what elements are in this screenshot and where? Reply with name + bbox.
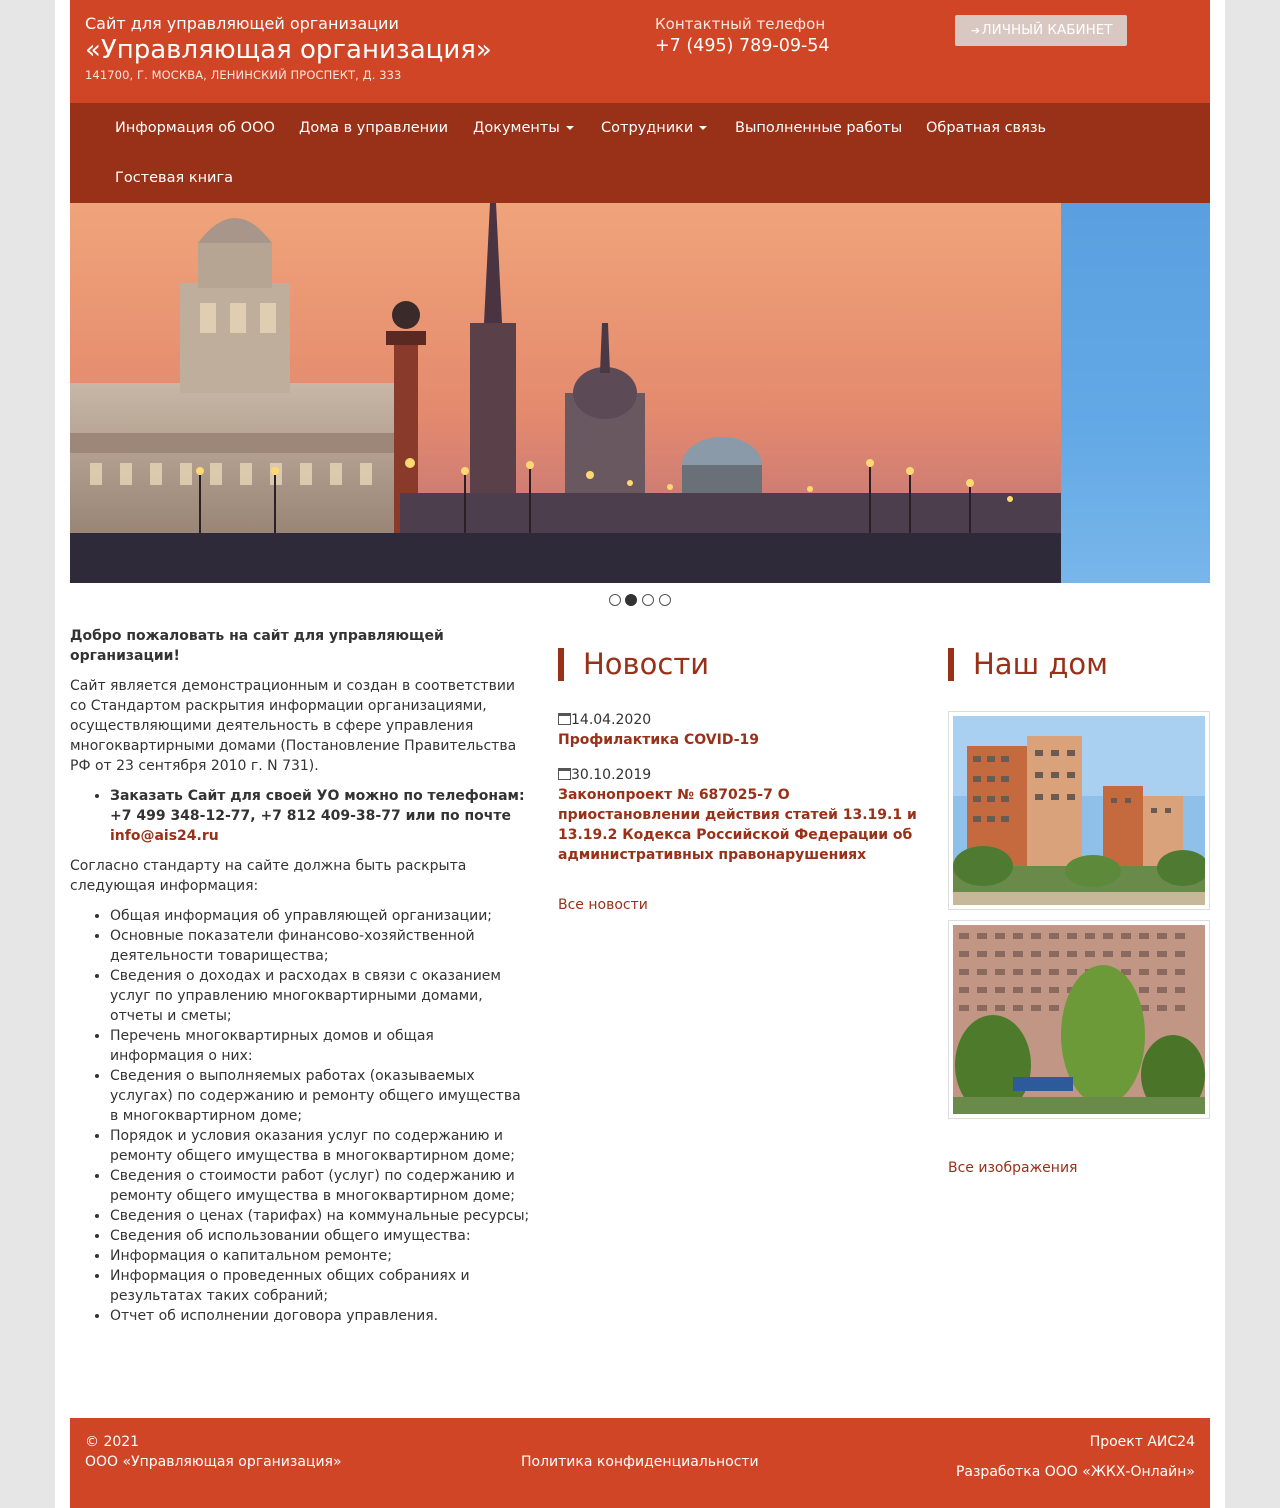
slider-dot-1[interactable]: [609, 594, 621, 606]
news-heading: Новости: [558, 648, 928, 681]
list-item: Сведения о стоимости работ (услуг) по со…: [110, 1166, 530, 1206]
news-date: 14.04.2020: [558, 710, 928, 730]
order-list: Заказать Сайт для своей УО можно по теле…: [70, 786, 530, 846]
list-item: Порядок и условия оказания услуг по соде…: [110, 1126, 530, 1166]
news-section: Новости 14.04.2020 Профилактика COVID-19…: [558, 648, 928, 913]
site-subtitle: Сайт для управляющей организации: [85, 14, 399, 33]
main-nav: Информация об ООО Дома в управлении Доку…: [70, 103, 1210, 203]
phone-label: Контактный телефон: [655, 15, 826, 33]
calendar-icon: [558, 713, 571, 725]
personal-cabinet-button[interactable]: ➔ЛИЧНЫЙ КАБИНЕТ: [955, 15, 1127, 46]
cabinet-button-label: ЛИЧНЫЙ КАБИНЕТ: [981, 22, 1113, 38]
site-footer: © 2021 ООО «Управляющая организация» Пол…: [70, 1418, 1210, 1508]
footer-company: ООО «Управляющая организация»: [85, 1454, 342, 1470]
news-title-link[interactable]: Профилактика COVID-19: [558, 730, 928, 750]
welcome-heading: Добро пожаловать на сайт для управляющей…: [70, 628, 444, 664]
developer-link[interactable]: Разработка ООО «ЖКХ-Онлайн»: [956, 1462, 1195, 1482]
gallery-section: Наш дом Все изображения: [948, 648, 1210, 1176]
nav-item-label: Дома в управлении: [299, 120, 449, 136]
order-email-link[interactable]: info@ais24.ru: [110, 828, 219, 844]
nav-item-feedback[interactable]: Обратная связь: [926, 103, 1046, 153]
news-item: 30.10.2019 Законопроект № 687025-7 О при…: [558, 765, 928, 865]
slider-dot-4[interactable]: [659, 594, 671, 606]
image-slider[interactable]: [70, 203, 1210, 583]
nav-item-guestbook[interactable]: Гостевая книга: [115, 153, 233, 203]
all-images-link[interactable]: Все изображения: [948, 1158, 1077, 1178]
caret-down-icon: [699, 126, 708, 130]
nav-item-label: Документы: [473, 120, 560, 136]
nav-item-label: Гостевая книга: [115, 170, 233, 186]
list-item: Информация о капитальном ремонте;: [110, 1246, 530, 1266]
calendar-icon: [558, 768, 571, 780]
site-address: 141700, Г. МОСКВА, ЛЕНИНСКИЙ ПРОСПЕКТ, Д…: [85, 68, 402, 82]
list-item: Отчет об исполнении договора управления.: [110, 1306, 530, 1326]
copyright: © 2021: [85, 1434, 140, 1450]
sign-in-icon: ➔: [970, 24, 981, 37]
list-item: Сведения о выполняемых работах (оказывае…: [110, 1066, 530, 1126]
list-item: Сведения о ценах (тарифах) на коммунальн…: [110, 1206, 530, 1226]
project-link[interactable]: Проект АИС24: [1090, 1432, 1195, 1452]
order-item: Заказать Сайт для своей УО можно по теле…: [110, 786, 530, 846]
nav-item-documents[interactable]: Документы: [473, 103, 574, 153]
list-item: Основные показатели финансово-хозяйствен…: [110, 926, 530, 966]
site-title[interactable]: «Управляющая организация»: [85, 34, 492, 66]
list-item: Сведения об использовании общего имущест…: [110, 1226, 530, 1246]
site-header: Сайт для управляющей организации «Управл…: [70, 0, 1210, 103]
list-item: Сведения о доходах и расходах в связи с …: [110, 966, 530, 1026]
nav-item-label: Выполненные работы: [735, 120, 903, 136]
all-news-link[interactable]: Все новости: [558, 895, 648, 915]
slide-image-next: [1061, 203, 1210, 583]
slide-image-city: [70, 203, 1061, 583]
nav-item-houses[interactable]: Дома в управлении: [299, 103, 448, 153]
caret-down-icon: [565, 126, 574, 130]
news-date: 30.10.2019: [558, 765, 928, 785]
standard-text: Согласно стандарту на сайте должна быть …: [70, 858, 467, 894]
news-title-link[interactable]: Законопроект № 687025-7 О приостановлени…: [558, 785, 928, 865]
list-item: Информация о проведенных общих собраниях…: [110, 1266, 530, 1306]
gallery-heading: Наш дом: [948, 648, 1210, 681]
house-photo-2: [953, 925, 1205, 1114]
news-date-value: 30.10.2019: [571, 767, 652, 783]
news-date-value: 14.04.2020: [571, 712, 652, 728]
gallery-thumbnail-2[interactable]: [948, 920, 1210, 1119]
list-item: Перечень многоквартирных домов и общая и…: [110, 1026, 530, 1066]
nav-item-works[interactable]: Выполненные работы: [735, 103, 902, 153]
nav-item-label: Информация об ООО: [115, 120, 275, 136]
list-item: Общая информация об управляющей организа…: [110, 906, 530, 926]
nav-item-staff[interactable]: Сотрудники: [601, 103, 708, 153]
intro-section: Добро пожаловать на сайт для управляющей…: [70, 626, 530, 1336]
nav-item-label: Обратная связь: [926, 120, 1047, 136]
intro-paragraph: Сайт является демонстрационным и создан …: [70, 678, 517, 774]
nav-item-info[interactable]: Информация об ООО: [115, 103, 275, 153]
privacy-policy-link[interactable]: Политика конфиденциальности: [521, 1452, 759, 1472]
gallery-thumbnail-1[interactable]: [948, 711, 1210, 910]
slider-dot-3[interactable]: [642, 594, 654, 606]
order-text: Заказать Сайт для своей УО можно по теле…: [110, 788, 525, 824]
phone-number[interactable]: +7 (495) 789-09-54: [655, 35, 830, 57]
nav-item-label: Сотрудники: [601, 120, 694, 136]
house-photo-1: [953, 716, 1205, 905]
slider-dot-2[interactable]: [625, 594, 637, 606]
disclosure-list: Общая информация об управляющей организа…: [70, 906, 530, 1326]
news-item: 14.04.2020 Профилактика COVID-19: [558, 710, 928, 750]
